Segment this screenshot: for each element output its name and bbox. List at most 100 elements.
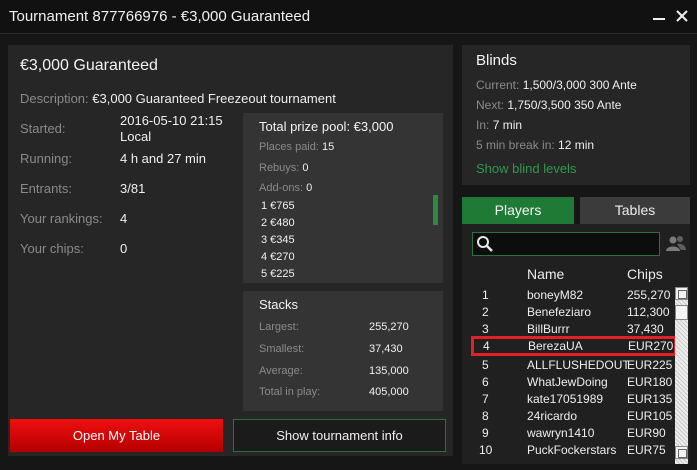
player-chips: EUR90 (627, 426, 666, 440)
player-rank: 6 (482, 375, 489, 389)
close-button[interactable] (671, 5, 693, 27)
tournament-heading: €3,000 Guaranteed (20, 57, 158, 74)
tournament-info-panel: €3,000 Guaranteed Description: €3,000 Gu… (8, 45, 453, 456)
stacks-box: Stacks Largest: 255,270 Smallest: 37,430… (243, 291, 443, 411)
player-row[interactable]: 7 kate17051989 EUR135 (466, 392, 676, 409)
current-value: 1,500/3,000 300 Ante (522, 78, 637, 92)
player-name: ALLFLUSHEDOUT (527, 358, 630, 372)
average-label: Average: (259, 365, 303, 377)
current-label: Current: (476, 78, 520, 92)
prize-place: 5 €225 (261, 268, 295, 280)
scrollbar-thumb[interactable] (675, 305, 688, 320)
show-tournament-info-button[interactable]: Show tournament info (233, 419, 446, 452)
places-paid-label: Places paid: (259, 141, 319, 153)
scroll-up-button[interactable] (675, 287, 688, 300)
player-row[interactable]: 2 Benefeziaro 112,300 (466, 305, 676, 322)
tab-tables[interactable]: Tables (580, 197, 690, 224)
next-label: Next: (476, 98, 505, 112)
blinds-current-row: Current: 1,500/3,000 300 Ante (476, 78, 637, 92)
player-chips: EUR75 (627, 443, 666, 457)
player-chips: EUR135 (627, 392, 673, 406)
player-name: BillBurrr (527, 322, 570, 336)
minimize-button[interactable] (648, 5, 670, 27)
started-date: 2016-05-10 21:15 (120, 113, 223, 128)
player-row[interactable]: 9 wawryn1410 EUR90 (466, 426, 676, 443)
chips-value: 0 (120, 241, 128, 256)
description: Description: €3,000 Guaranteed Freezeout… (20, 91, 336, 106)
player-chips: 37,430 (627, 322, 664, 336)
smallest-value: 37,430 (369, 343, 403, 355)
player-chips: EUR105 (627, 409, 673, 423)
addons-value: 0 (306, 182, 313, 194)
close-icon (676, 10, 688, 22)
description-value: €3,000 Guaranteed Freezeout tournament (92, 91, 336, 106)
users-icon[interactable] (665, 234, 687, 254)
total-in-play-label: Total in play: (259, 386, 321, 398)
total-in-play-value: 405,000 (369, 386, 409, 398)
stacks-heading: Stacks (259, 297, 299, 312)
chips-label: Your chips: (20, 241, 84, 256)
prize-place: 1 €765 (261, 200, 295, 212)
search-icon (477, 236, 493, 252)
addons-label: Add-ons: (259, 182, 304, 194)
addons-row: Add-ons: 0 (259, 182, 312, 194)
prize-place: 3 €345 (261, 234, 295, 246)
player-row[interactable]: 1 boneyM82 255,270 (466, 288, 676, 305)
blinds-heading: Blinds (476, 52, 517, 69)
running-value: 4 h and 27 min (120, 151, 207, 166)
tab-players[interactable]: Players (462, 197, 574, 224)
scroll-down-button[interactable] (675, 446, 688, 459)
player-chips: 255,270 (627, 288, 671, 302)
window-title: Tournament 877766976 - €3,000 Guaranteed (9, 8, 311, 25)
in-value: 7 min (492, 118, 523, 132)
largest-label: Largest: (259, 321, 299, 333)
blinds-panel: Blinds Current: 1,500/3,000 300 Ante Nex… (462, 45, 690, 185)
show-blind-levels-link[interactable]: Show blind levels (476, 161, 576, 176)
rankings-label: Your rankings: (20, 211, 103, 226)
smallest-label: Smallest: (259, 343, 305, 355)
prize-pool-box: Total prize pool: €3,000 Places paid: 15… (243, 113, 443, 283)
started-tz: Local (120, 129, 152, 144)
places-paid-value: 15 (322, 141, 335, 153)
player-row[interactable]: 6 WhatJewDoing EUR180 (466, 375, 676, 392)
prize-place: 4 €270 (261, 251, 295, 263)
player-row[interactable]: 10 PuckFockerstars EUR75 (466, 443, 676, 460)
prize-list-scrollbar[interactable] (433, 195, 438, 225)
player-rank: 7 (482, 392, 489, 406)
player-name: BerezaUA (528, 339, 583, 353)
player-name: Benefeziaro (527, 305, 592, 319)
player-chips: EUR225 (627, 358, 673, 372)
player-name: kate17051989 (527, 392, 604, 406)
player-name: 24ricardo (527, 409, 578, 423)
next-value: 1,750/3,500 350 Ante (507, 98, 622, 112)
rebuys-label: Rebuys: (259, 162, 300, 174)
player-rank: 8 (482, 409, 489, 423)
average-value: 135,000 (369, 365, 409, 377)
places-paid-row: Places paid: 15 (259, 141, 334, 153)
rebuys-row: Rebuys: 0 (259, 162, 309, 174)
stacks-average-row: Average: 135,000 (259, 365, 429, 377)
stacks-total-row: Total in play: 405,000 (259, 386, 429, 398)
window-titlebar: Tournament 877766976 - €3,000 Guaranteed (0, 0, 697, 34)
player-rank: 9 (482, 426, 489, 440)
player-rank: 2 (482, 305, 489, 319)
player-search-input[interactable] (472, 232, 660, 256)
break-label: 5 min break in: (476, 138, 555, 152)
rebuys-value: 0 (302, 162, 309, 174)
column-header-chips[interactable]: Chips (627, 266, 663, 282)
stacks-smallest-row: Smallest: 37,430 (259, 343, 429, 355)
player-row-highlighted[interactable]: 4 BerezaUA EUR270 (471, 336, 677, 356)
player-row[interactable]: 8 24ricardo EUR105 (466, 409, 676, 426)
open-my-table-button[interactable]: Open My Table (10, 419, 223, 452)
column-header-name[interactable]: Name (527, 266, 564, 282)
break-value: 12 min (558, 138, 595, 152)
players-panel: Name Chips 1 boneyM82 255,270 2 Benefezi… (462, 224, 690, 464)
player-name: wawryn1410 (527, 426, 595, 440)
blinds-next-row: Next: 1,750/3,500 350 Ante (476, 98, 621, 112)
in-label: In: (476, 118, 490, 132)
minimize-icon (653, 18, 665, 20)
player-row[interactable]: 5 ALLFLUSHEDOUT EUR225 (466, 358, 676, 375)
blinds-in-row: In: 7 min (476, 118, 522, 132)
player-chips: 112,300 (627, 305, 670, 319)
rankings-value: 4 (120, 211, 128, 226)
